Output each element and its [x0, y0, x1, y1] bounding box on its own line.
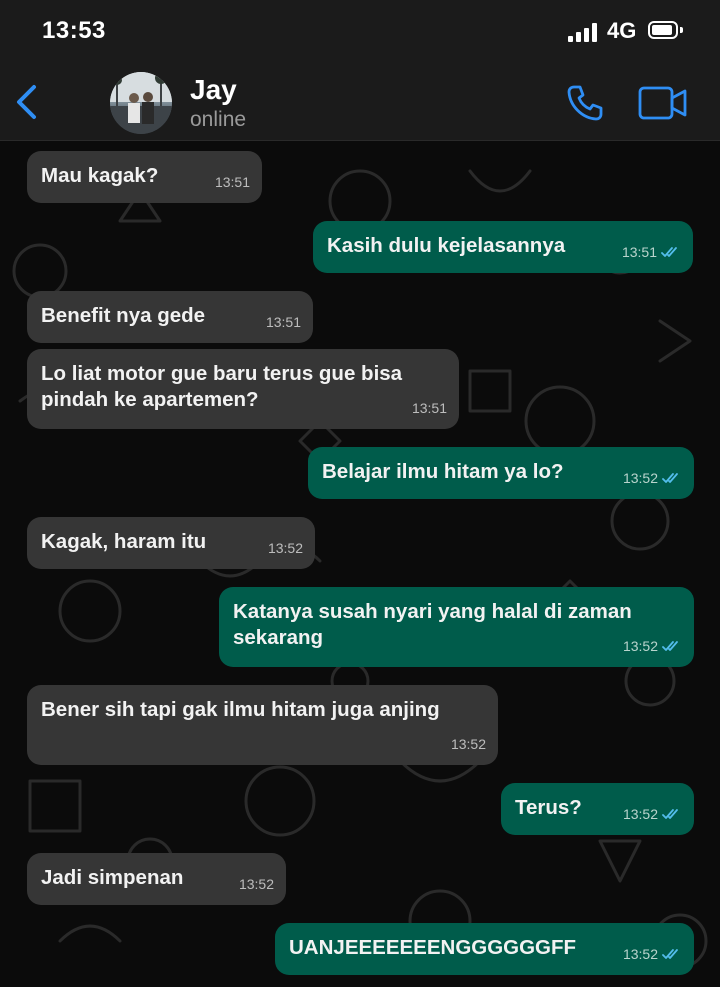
contact-status: online	[190, 108, 247, 131]
message-time: 13:52	[622, 946, 658, 962]
message-time: 13:51	[214, 174, 250, 190]
avatar[interactable]	[110, 72, 172, 134]
signal-icon	[568, 22, 600, 42]
message-meta: 13:52	[623, 465, 682, 491]
message-time: 13:52	[267, 540, 303, 556]
chat-area[interactable]: Mau kagak? 13:51 Kasih dulu kejelasannya 13…	[0, 141, 720, 987]
message-text: Jadi simpenan	[41, 866, 184, 889]
video-call-icon[interactable]	[638, 86, 688, 120]
contact-name[interactable]: Jay	[190, 74, 237, 106]
incoming-message[interactable]: Bener sih tapi gak ilmu hitam juga anjin…	[27, 685, 498, 765]
network-type: 4G	[607, 18, 637, 43]
outgoing-message[interactable]: UANJEEEEEEENGGGGGGFF 13:52	[275, 923, 694, 975]
message-time: 13:52	[622, 470, 658, 486]
battery-icon	[648, 21, 684, 41]
message-text: Kagak, haram itu	[41, 530, 207, 553]
message-text: Lo liat motor gue baru terus gue bisa pi…	[41, 362, 408, 411]
message-meta: 13:51	[215, 169, 250, 195]
incoming-message[interactable]: Benefit nya gede 13:51	[27, 291, 313, 343]
message-time: 13:52	[450, 736, 486, 752]
message-time: 13:51	[621, 244, 657, 260]
read-ticks-icon	[662, 473, 678, 483]
phone-call-icon[interactable]	[566, 84, 604, 122]
avatar-photo-icon	[110, 72, 172, 134]
outgoing-message[interactable]: Kasih dulu kejelasannya 13:51	[313, 221, 693, 273]
read-ticks-icon	[662, 949, 678, 959]
read-ticks-icon	[661, 247, 677, 257]
outgoing-message[interactable]: Belajar ilmu hitam ya lo? 13:52	[308, 447, 694, 499]
read-ticks-icon	[662, 641, 678, 651]
incoming-message[interactable]: Jadi simpenan 13:52	[27, 853, 286, 905]
chat-header: Jay online	[0, 64, 720, 141]
outgoing-message[interactable]: Terus? 13:52	[501, 783, 694, 835]
message-text: Katanya susah nyari yang halal di zaman …	[233, 600, 638, 649]
status-bar: 13:53 4G	[0, 0, 720, 64]
message-time: 13:51	[411, 400, 447, 416]
outgoing-message[interactable]: Katanya susah nyari yang halal di zaman …	[219, 587, 694, 667]
message-time: 13:52	[622, 638, 658, 654]
message-meta: 13:52	[623, 801, 682, 827]
message-meta: 13:52	[239, 871, 274, 897]
read-ticks-icon	[662, 809, 678, 819]
message-meta: 13:52	[623, 633, 682, 659]
back-chevron-icon[interactable]	[14, 84, 40, 120]
message-meta: 13:52	[623, 941, 682, 967]
message-text: Bener sih tapi gak ilmu hitam juga anjin…	[41, 698, 440, 721]
message-meta: 13:52	[451, 731, 486, 757]
message-meta: 13:51	[622, 239, 681, 265]
incoming-message[interactable]: Mau kagak? 13:51	[27, 151, 262, 203]
status-time: 13:53	[42, 17, 106, 44]
message-time: 13:52	[238, 876, 274, 892]
message-time: 13:52	[622, 806, 658, 822]
message-meta: 13:51	[412, 395, 447, 421]
message-text: Benefit nya gede	[41, 304, 206, 327]
message-text: UANJEEEEEEENGGGGGGFF	[289, 936, 577, 959]
message-time: 13:51	[265, 314, 301, 330]
message-meta: 13:51	[266, 309, 301, 335]
incoming-message[interactable]: Kagak, haram itu 13:52	[27, 517, 315, 569]
incoming-message[interactable]: Lo liat motor gue baru terus gue bisa pi…	[27, 349, 459, 429]
message-meta: 13:52	[268, 535, 303, 561]
